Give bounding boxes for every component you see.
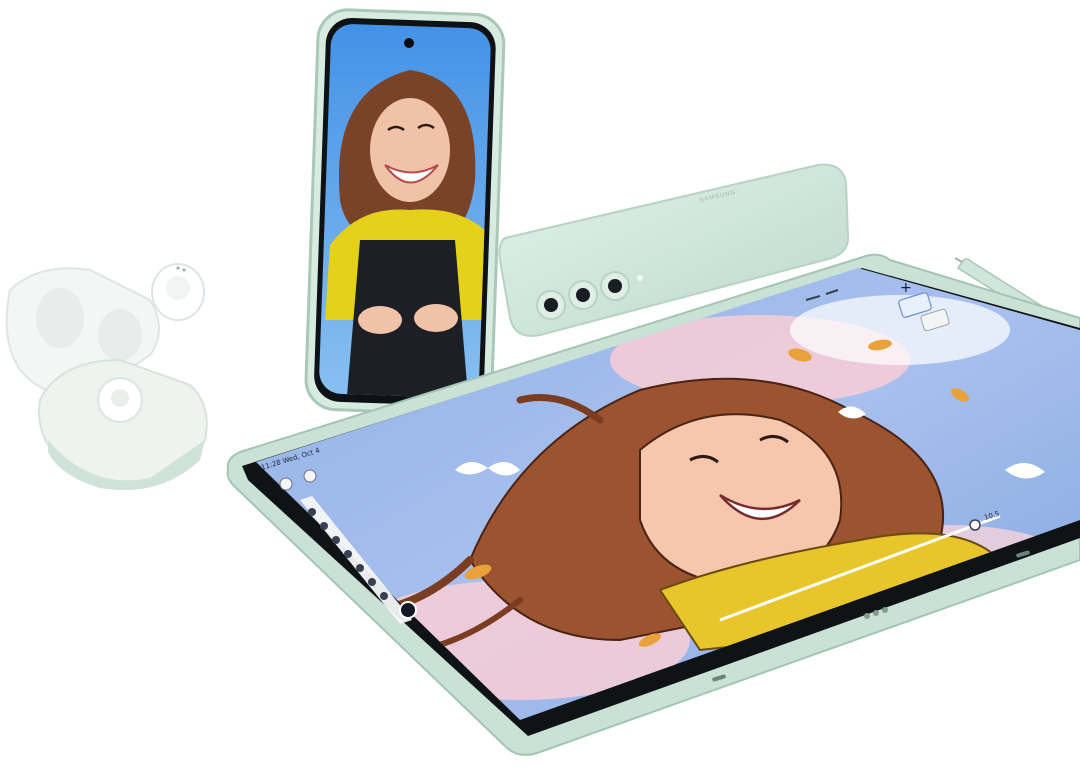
shape-tool-icon[interactable] [356,564,364,572]
brush-tool-icon[interactable] [308,508,316,516]
pogo-pin-3 [882,607,888,613]
pencil-tool-icon[interactable] [380,592,388,600]
color-swatch[interactable] [399,601,417,619]
earbuds-case [5,263,208,491]
pogo-pin-1 [864,613,870,619]
eraser-tool-icon[interactable] [320,522,328,530]
toolbar-home-icon[interactable] [303,469,317,483]
phone-front [304,8,506,416]
text-tool-icon[interactable] [368,578,376,586]
lasso-tool-icon[interactable] [332,536,340,544]
add-layer-icon[interactable]: + [900,280,912,296]
fill-tool-icon[interactable] [344,550,352,558]
front-camera [404,38,414,48]
earbud-loose [151,263,205,321]
product-scene: SAMSUNG 11:28 Wed, Oct 4 + 10.5 [5,8,1080,756]
toolbar-menu-icon[interactable] [279,477,293,491]
pogo-pin-2 [873,610,879,616]
